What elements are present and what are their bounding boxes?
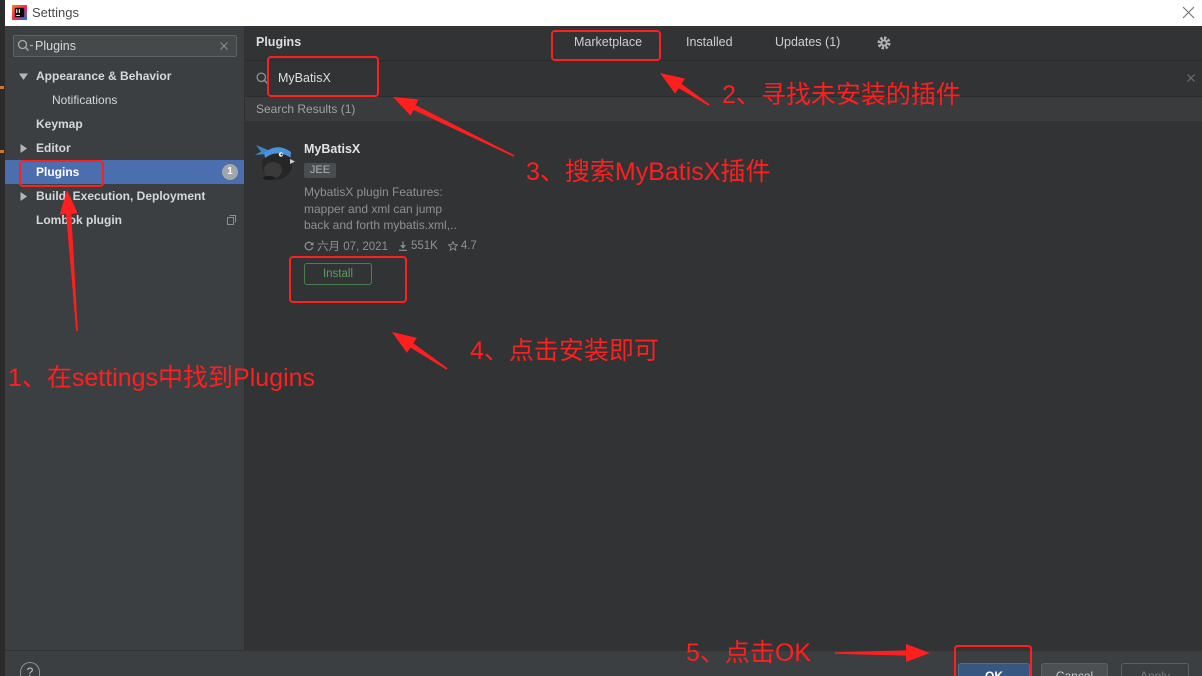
search-results-header: Search Results (1)	[245, 97, 1202, 121]
search-results-count: Search Results (1)	[256, 102, 356, 116]
tab-marketplace[interactable]: Marketplace	[574, 35, 642, 49]
tree-item-plugins[interactable]: Plugins 1	[5, 160, 244, 184]
tree-item-label: Build, Execution, Deployment	[36, 189, 206, 203]
tree-item-label: Appearance & Behavior	[36, 69, 172, 83]
chevron-right-icon[interactable]	[19, 144, 28, 153]
apply-button[interactable]: Apply	[1121, 663, 1189, 676]
background-window-mark	[0, 150, 4, 153]
plugin-date: 六月 07, 2021	[317, 241, 388, 253]
tree-item-label: Notifications	[52, 93, 118, 107]
tab-installed[interactable]: Installed	[686, 35, 733, 49]
tab-updates[interactable]: Updates (1)	[775, 35, 840, 49]
settings-search-field[interactable]	[13, 35, 237, 57]
install-button[interactable]: Install	[304, 263, 372, 285]
plugin-tag: JEE	[304, 163, 336, 178]
tree-item-editor[interactable]: Editor	[5, 136, 244, 160]
tree-item-appearance-behavior[interactable]: Appearance & Behavior	[5, 64, 244, 88]
search-icon[interactable]	[17, 39, 35, 53]
settings-sidebar: Appearance & Behavior Notifications Keym…	[5, 26, 245, 650]
cancel-button[interactable]: Cancel	[1041, 663, 1108, 676]
plugin-meta: 六月 07, 2021 551K 4.7	[304, 238, 477, 254]
plugin-rating: 4.7	[460, 240, 477, 252]
plugin-description: MybatisX plugin Features: mapper and xml…	[304, 184, 504, 234]
settings-search-input[interactable]	[35, 36, 215, 56]
chevron-down-icon[interactable]	[19, 72, 28, 81]
background-window-mark	[0, 86, 4, 89]
star-icon	[447, 241, 458, 251]
tree-item-label: Lombok plugin	[36, 213, 122, 227]
tree-item-label: Plugins	[36, 165, 80, 179]
ok-button[interactable]: OK	[958, 663, 1030, 676]
tree-item-label: Keymap	[36, 117, 83, 131]
help-icon[interactable]: ?	[20, 662, 40, 676]
window-title: Settings	[32, 5, 79, 20]
tree-item-build-execution-deployment[interactable]: Build, Execution, Deployment	[5, 184, 244, 208]
plugin-name[interactable]: MyBatisX	[304, 142, 360, 156]
title-bar: Settings	[5, 0, 1202, 26]
dialog-footer: ? OK Cancel Apply	[5, 650, 1202, 676]
page-title: Plugins	[256, 35, 302, 49]
intellij-logo-icon	[12, 5, 27, 20]
clear-search-icon[interactable]	[1187, 74, 1195, 82]
plugin-description-line: MybatisX plugin Features:	[304, 185, 443, 199]
plugins-panel: Plugins Marketplace Installed Updates (1…	[245, 26, 1202, 650]
tree-item-label: Editor	[36, 141, 71, 155]
plugins-header: Plugins Marketplace Installed Updates (1…	[245, 26, 1202, 61]
tree-item-keymap[interactable]: Keymap	[5, 112, 244, 136]
settings-dialog: Settings Appearance & Behavior	[0, 0, 1202, 676]
refresh-icon	[304, 241, 314, 251]
download-icon	[398, 241, 408, 251]
clear-search-icon[interactable]	[220, 42, 228, 50]
chevron-right-icon[interactable]	[19, 192, 28, 201]
plugin-search-bar[interactable]	[245, 61, 1202, 97]
plugin-search-input[interactable]	[278, 68, 878, 88]
gear-icon[interactable]	[877, 36, 891, 50]
tree-item-lombok-plugin[interactable]: Lombok plugin	[5, 208, 244, 232]
plugin-description-line: back and forth mybatis.xml,..	[304, 218, 457, 232]
close-icon[interactable]	[1182, 6, 1195, 19]
plugin-description-line: mapper and xml can jump	[304, 201, 443, 216]
plugins-update-badge: 1	[222, 164, 238, 180]
search-icon[interactable]	[256, 72, 269, 85]
project-level-settings-icon	[227, 215, 236, 225]
plugin-downloads: 551K	[410, 240, 438, 252]
mybatisx-plugin-icon	[255, 139, 295, 181]
plugin-card-mybatisx[interactable]: MyBatisX JEE MybatisX plugin Features: m…	[245, 121, 1202, 296]
tree-item-notifications[interactable]: Notifications	[5, 88, 244, 112]
